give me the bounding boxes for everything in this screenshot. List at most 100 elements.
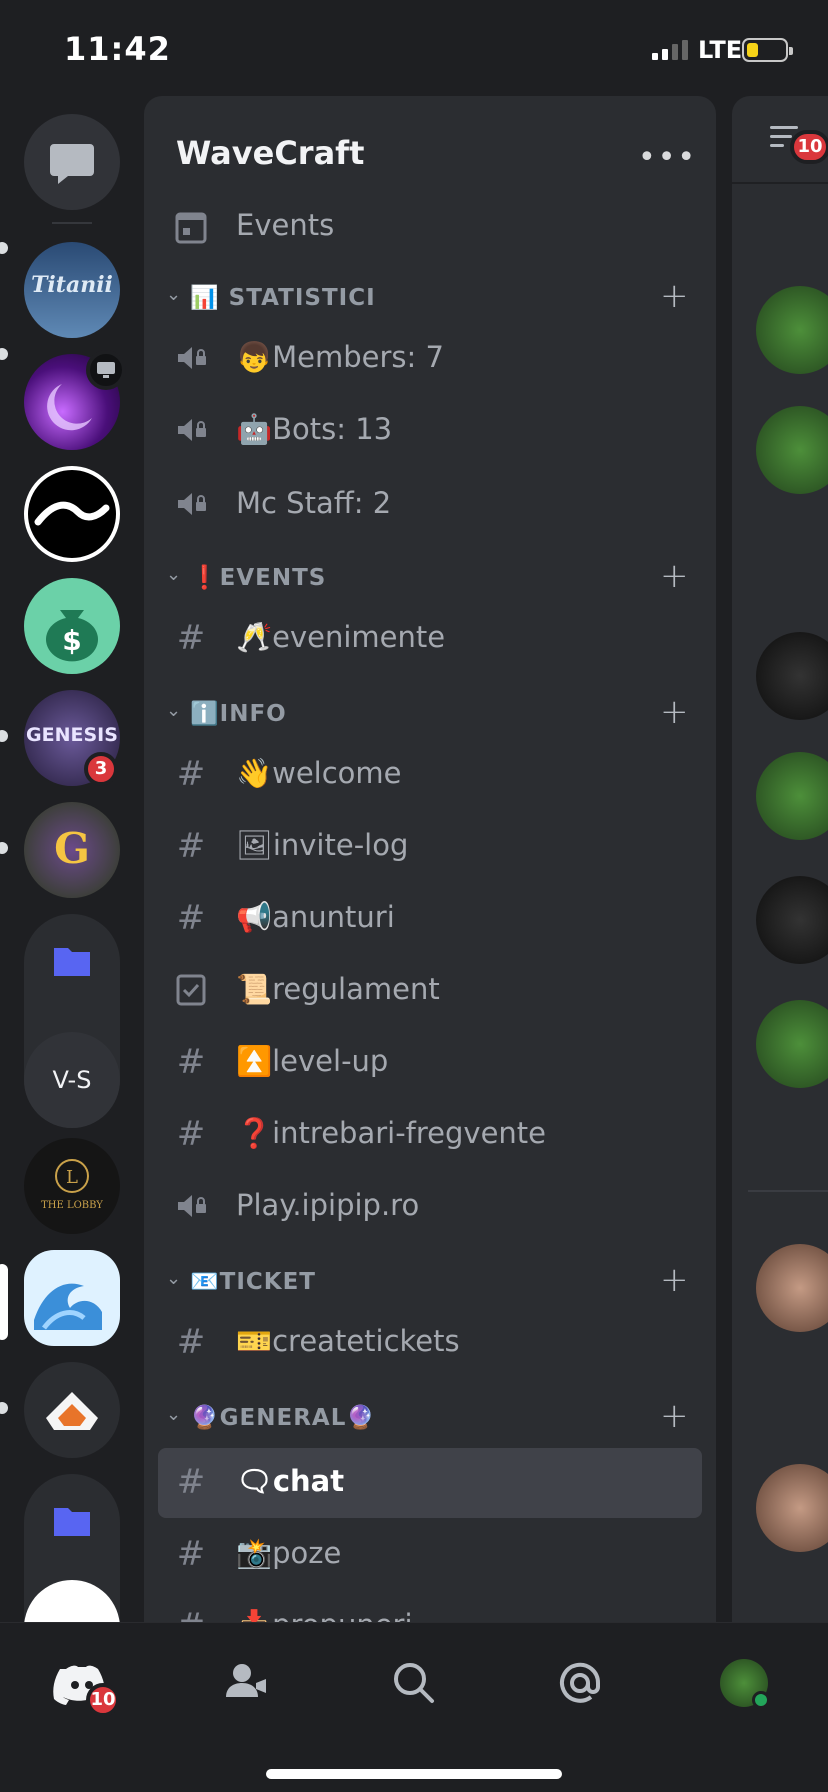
member-list-badge: 10 bbox=[790, 130, 828, 164]
channel-name: propuneri bbox=[272, 1608, 412, 1622]
server-wave[interactable] bbox=[24, 466, 120, 562]
nav-home[interactable]: 10 bbox=[52, 1653, 120, 1717]
server-money-bag[interactable]: $ bbox=[24, 578, 120, 674]
server-v-s[interactable]: V-S bbox=[24, 1032, 120, 1128]
channel-name: poze bbox=[272, 1536, 342, 1570]
member-avatar[interactable] bbox=[756, 1244, 828, 1332]
pixel-wave-icon bbox=[34, 1283, 102, 1330]
nav-profile[interactable] bbox=[718, 1653, 778, 1713]
add-channel-icon[interactable]: + bbox=[660, 1260, 689, 1300]
hashtag-icon: # bbox=[176, 1462, 206, 1502]
nav-search[interactable] bbox=[384, 1653, 444, 1713]
unread-indicator bbox=[0, 1402, 8, 1414]
server-label: THE LOBBY bbox=[41, 1200, 103, 1211]
member-avatar[interactable] bbox=[756, 406, 828, 494]
fox-logo-icon bbox=[46, 1392, 98, 1430]
double-up-arrow-emoji: ⏫ bbox=[236, 1044, 273, 1078]
server-folder[interactable]: V-S bbox=[24, 914, 120, 1128]
channel-name: anunturi bbox=[272, 900, 395, 934]
desktop-icon bbox=[86, 350, 126, 390]
channel-evenimente[interactable]: # 🥂evenimente bbox=[158, 604, 702, 674]
unread-indicator bbox=[0, 348, 8, 360]
channel-members[interactable]: 👦Members: 7 bbox=[158, 324, 702, 394]
channel-mc-staff[interactable]: Mc Staff: 2 bbox=[158, 470, 702, 540]
category-label: ❗EVENTS bbox=[190, 565, 327, 591]
server-name[interactable]: WaveCraft bbox=[176, 134, 364, 172]
channel-regulament[interactable]: 📜regulament bbox=[158, 956, 702, 1026]
category-general[interactable]: ⌄ 🔮GENERAL🔮 + bbox=[158, 1396, 702, 1440]
add-channel-icon[interactable]: + bbox=[660, 1396, 689, 1436]
home-badge: 10 bbox=[86, 1683, 120, 1717]
question-emoji: ❓ bbox=[236, 1116, 273, 1150]
server-fox[interactable] bbox=[24, 1362, 120, 1458]
speech-bubble-emoji: 🗨 bbox=[236, 1464, 273, 1498]
folder-icon bbox=[54, 948, 90, 976]
direct-messages-button[interactable] bbox=[24, 114, 120, 210]
member-avatar[interactable] bbox=[756, 632, 828, 720]
chat-bubble-icon bbox=[50, 144, 94, 184]
server-the-lobby[interactable]: L THE LOBBY bbox=[24, 1138, 120, 1234]
channel-welcome[interactable]: # 👋welcome bbox=[158, 740, 702, 810]
nav-friends[interactable] bbox=[216, 1653, 276, 1713]
rail-separator bbox=[52, 222, 92, 224]
channel-chat[interactable]: # 🗨chat bbox=[158, 1448, 702, 1518]
member-avatar[interactable] bbox=[756, 1000, 828, 1088]
member-avatar[interactable] bbox=[756, 876, 828, 964]
category-events[interactable]: ⌄ ❗EVENTS + bbox=[158, 556, 702, 600]
events-button[interactable]: Events bbox=[158, 192, 702, 262]
member-avatar[interactable] bbox=[756, 752, 828, 840]
divider bbox=[748, 1190, 828, 1192]
channel-poze[interactable]: # 📸poze bbox=[158, 1520, 702, 1590]
channel-intrebari-fregvente[interactable]: # ❓intrebari-fregvente bbox=[158, 1100, 702, 1170]
server-folder[interactable] bbox=[24, 1474, 120, 1622]
channel-invite-log[interactable]: # 🖼invite-log bbox=[158, 812, 702, 882]
calendar-icon bbox=[175, 212, 207, 244]
server-folder-item[interactable] bbox=[24, 1580, 120, 1622]
home-indicator bbox=[266, 1769, 562, 1779]
add-channel-icon[interactable]: + bbox=[660, 556, 689, 596]
hashtag-icon: # bbox=[176, 898, 206, 938]
scroll-emoji: 📜 bbox=[236, 972, 273, 1006]
clock: 11:42 bbox=[64, 30, 171, 68]
member-avatar[interactable] bbox=[756, 286, 828, 374]
channel-createtickets[interactable]: # 🎫createtickets bbox=[158, 1308, 702, 1378]
server-label: V-S bbox=[52, 1066, 92, 1094]
envelope-emoji: 📧 bbox=[190, 1269, 220, 1295]
inbox-emoji: 📥 bbox=[236, 1608, 272, 1622]
member-avatar[interactable] bbox=[756, 1464, 828, 1552]
member-panel: 10 bbox=[732, 96, 828, 1622]
more-options-icon[interactable]: ••• bbox=[638, 140, 697, 175]
category-ticket[interactable]: ⌄ 📧TICKET + bbox=[158, 1260, 702, 1304]
robot-emoji: 🤖 bbox=[236, 412, 273, 446]
unread-indicator bbox=[0, 730, 8, 742]
channel-bots[interactable]: 🤖Bots: 13 bbox=[158, 396, 702, 466]
locked-voice-icon bbox=[178, 347, 206, 369]
bar-chart-emoji: 📊 bbox=[190, 285, 229, 311]
locked-voice-icon bbox=[178, 1195, 206, 1217]
category-info[interactable]: ⌄ ℹ️INFO + bbox=[158, 692, 702, 736]
ticket-emoji: 🎫 bbox=[236, 1324, 273, 1358]
online-status-icon bbox=[752, 1691, 770, 1709]
nav-mentions[interactable] bbox=[550, 1653, 610, 1713]
exclamation-emoji: ❗ bbox=[190, 565, 220, 591]
channel-anunturi[interactable]: # 📢anunturi bbox=[158, 884, 702, 954]
add-channel-icon[interactable]: + bbox=[660, 276, 689, 316]
server-titanii[interactable]: Titanii bbox=[24, 242, 120, 338]
server-wavecraft[interactable] bbox=[24, 1250, 120, 1346]
category-label: 🔮GENERAL🔮 bbox=[190, 1405, 376, 1431]
status-bar: 11:42 LTE bbox=[0, 0, 828, 96]
add-channel-icon[interactable]: + bbox=[660, 692, 689, 732]
chevron-down-icon: ⌄ bbox=[166, 564, 182, 585]
unread-indicator bbox=[0, 242, 8, 254]
channel-name: Bots: 13 bbox=[272, 412, 393, 446]
locked-voice-icon bbox=[178, 493, 206, 515]
server-g[interactable]: G bbox=[24, 802, 120, 898]
category-statistici[interactable]: ⌄ 📊 STATISTICI + bbox=[158, 276, 702, 320]
channel-propuneri[interactable]: # 📥propuneri bbox=[158, 1592, 702, 1622]
channel-play[interactable]: Play.ipipip.ro bbox=[158, 1172, 702, 1242]
folder-icon bbox=[54, 1508, 90, 1536]
svg-text:L: L bbox=[66, 1167, 78, 1188]
camera-flash-emoji: 📸 bbox=[236, 1536, 273, 1570]
bottom-navigation: 10 bbox=[0, 1622, 828, 1792]
channel-level-up[interactable]: # ⏫level-up bbox=[158, 1028, 702, 1098]
